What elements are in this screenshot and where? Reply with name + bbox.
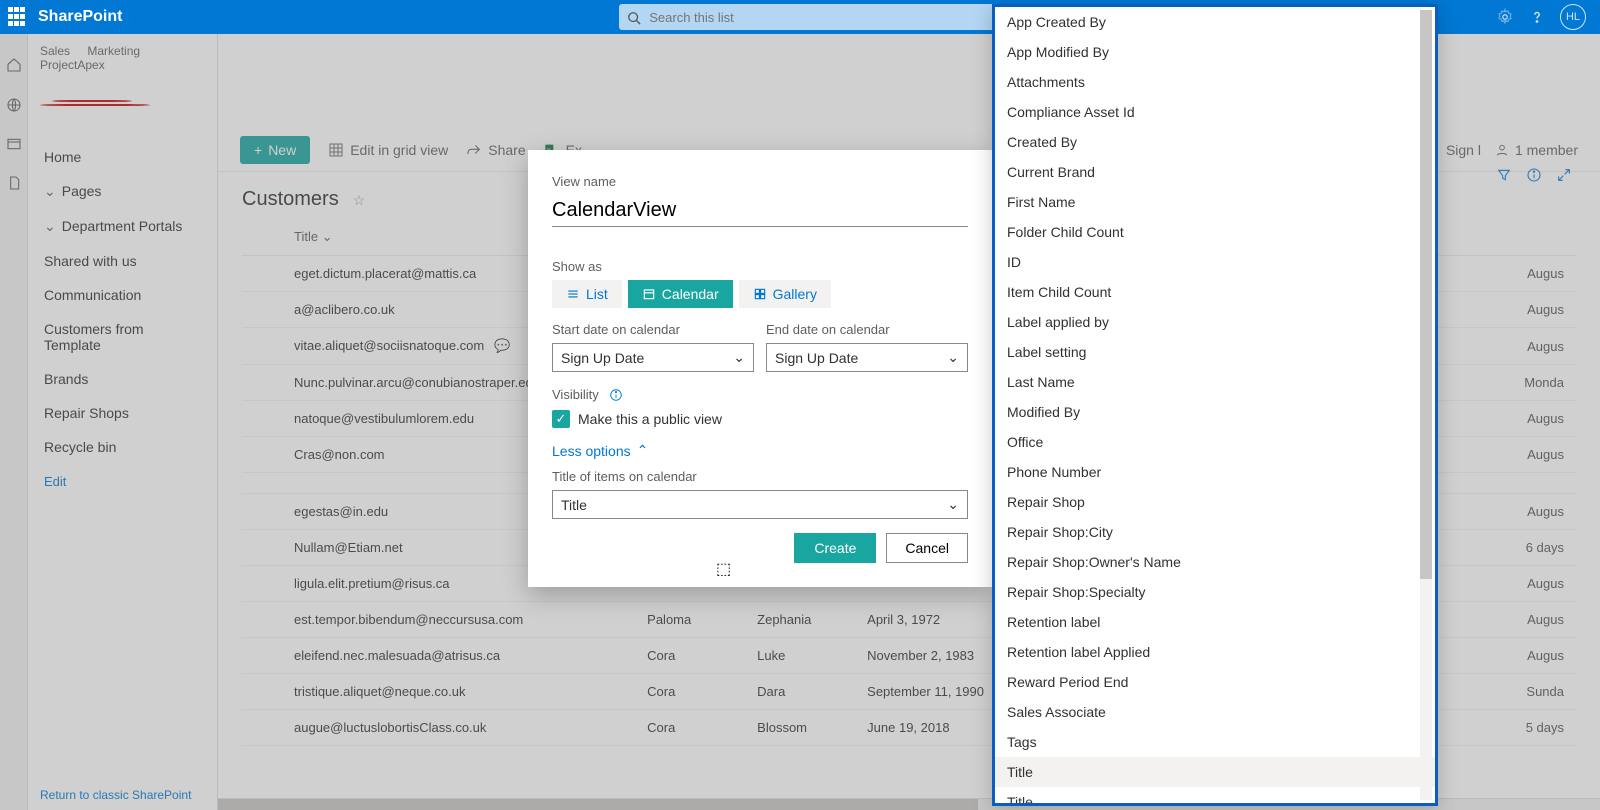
dropdown-option[interactable]: Repair Shop:Specialty	[995, 577, 1435, 607]
viewname-label: View name	[552, 174, 968, 189]
chevron-down-icon: ⌄	[733, 349, 745, 366]
dropdown-option[interactable]: Modified By	[995, 397, 1435, 427]
dropdown-option[interactable]: ID	[995, 247, 1435, 277]
end-date-select[interactable]: Sign Up Date⌄	[766, 343, 968, 372]
dropdown-option[interactable]: Compliance Asset Id	[995, 97, 1435, 127]
dropdown-option[interactable]: Retention label	[995, 607, 1435, 637]
chevron-up-icon: ⌃	[637, 442, 649, 459]
search-icon	[627, 9, 641, 25]
dropdown-option[interactable]: Sales Associate	[995, 697, 1435, 727]
search-input[interactable]	[619, 4, 999, 30]
info-icon[interactable]	[609, 386, 623, 402]
public-checkbox[interactable]: ✓	[552, 410, 570, 428]
showas-calendar[interactable]: Calendar	[628, 280, 733, 308]
user-avatar[interactable]: HL	[1560, 4, 1586, 30]
dropdown-scrollbar[interactable]	[1420, 10, 1432, 800]
dropdown-option[interactable]: Current Brand	[995, 157, 1435, 187]
brand[interactable]: SharePoint	[38, 8, 122, 26]
field-dropdown[interactable]: App Created ByApp Modified ByAttachments…	[992, 4, 1438, 806]
dropdown-option[interactable]: Reward Period End	[995, 667, 1435, 697]
dropdown-option[interactable]: Attachments	[995, 67, 1435, 97]
visibility-label: Visibility	[552, 387, 599, 402]
start-date-select[interactable]: Sign Up Date⌄	[552, 343, 754, 372]
help-icon[interactable]	[1528, 8, 1546, 26]
dropdown-option[interactable]: Title	[995, 787, 1435, 803]
dropdown-option[interactable]: First Name	[995, 187, 1435, 217]
dropdown-option[interactable]: Last Name	[995, 367, 1435, 397]
app-launcher-icon[interactable]	[8, 7, 28, 27]
create-view-dialog: View name Show as List Calendar Gallery …	[528, 150, 992, 587]
header-actions: HL	[1496, 4, 1586, 30]
public-label: Make this a public view	[578, 411, 722, 427]
chevron-down-icon: ⌄	[947, 496, 959, 513]
dropdown-option[interactable]: Tags	[995, 727, 1435, 757]
dropdown-option[interactable]: App Modified By	[995, 37, 1435, 67]
showas-gallery[interactable]: Gallery	[739, 280, 831, 308]
create-button[interactable]: Create	[794, 533, 876, 563]
dropdown-option[interactable]: Repair Shop:City	[995, 517, 1435, 547]
viewname-input[interactable]	[552, 195, 968, 227]
start-date-label: Start date on calendar	[552, 322, 754, 337]
end-date-label: End date on calendar	[766, 322, 968, 337]
title-items-select[interactable]: Title⌄	[552, 490, 968, 519]
dropdown-option[interactable]: Repair Shop:Owner's Name	[995, 547, 1435, 577]
dropdown-option[interactable]: Label setting	[995, 337, 1435, 367]
dropdown-option[interactable]: Retention label Applied	[995, 637, 1435, 667]
chevron-down-icon: ⌄	[947, 349, 959, 366]
dropdown-option[interactable]: Title	[995, 757, 1435, 787]
cancel-button[interactable]: Cancel	[886, 533, 968, 563]
showas-list[interactable]: List	[552, 280, 622, 308]
dropdown-option[interactable]: Folder Child Count	[995, 217, 1435, 247]
dropdown-option[interactable]: Office	[995, 427, 1435, 457]
showas-label: Show as	[552, 259, 968, 274]
less-options-toggle[interactable]: Less options⌃	[552, 442, 968, 459]
dropdown-option[interactable]: Item Child Count	[995, 277, 1435, 307]
dropdown-option[interactable]: Repair Shop	[995, 487, 1435, 517]
settings-icon[interactable]	[1496, 8, 1514, 26]
dropdown-option[interactable]: Phone Number	[995, 457, 1435, 487]
title-items-label: Title of items on calendar	[552, 469, 968, 484]
dropdown-option[interactable]: Created By	[995, 127, 1435, 157]
dropdown-option[interactable]: Label applied by	[995, 307, 1435, 337]
dropdown-option[interactable]: App Created By	[995, 7, 1435, 37]
